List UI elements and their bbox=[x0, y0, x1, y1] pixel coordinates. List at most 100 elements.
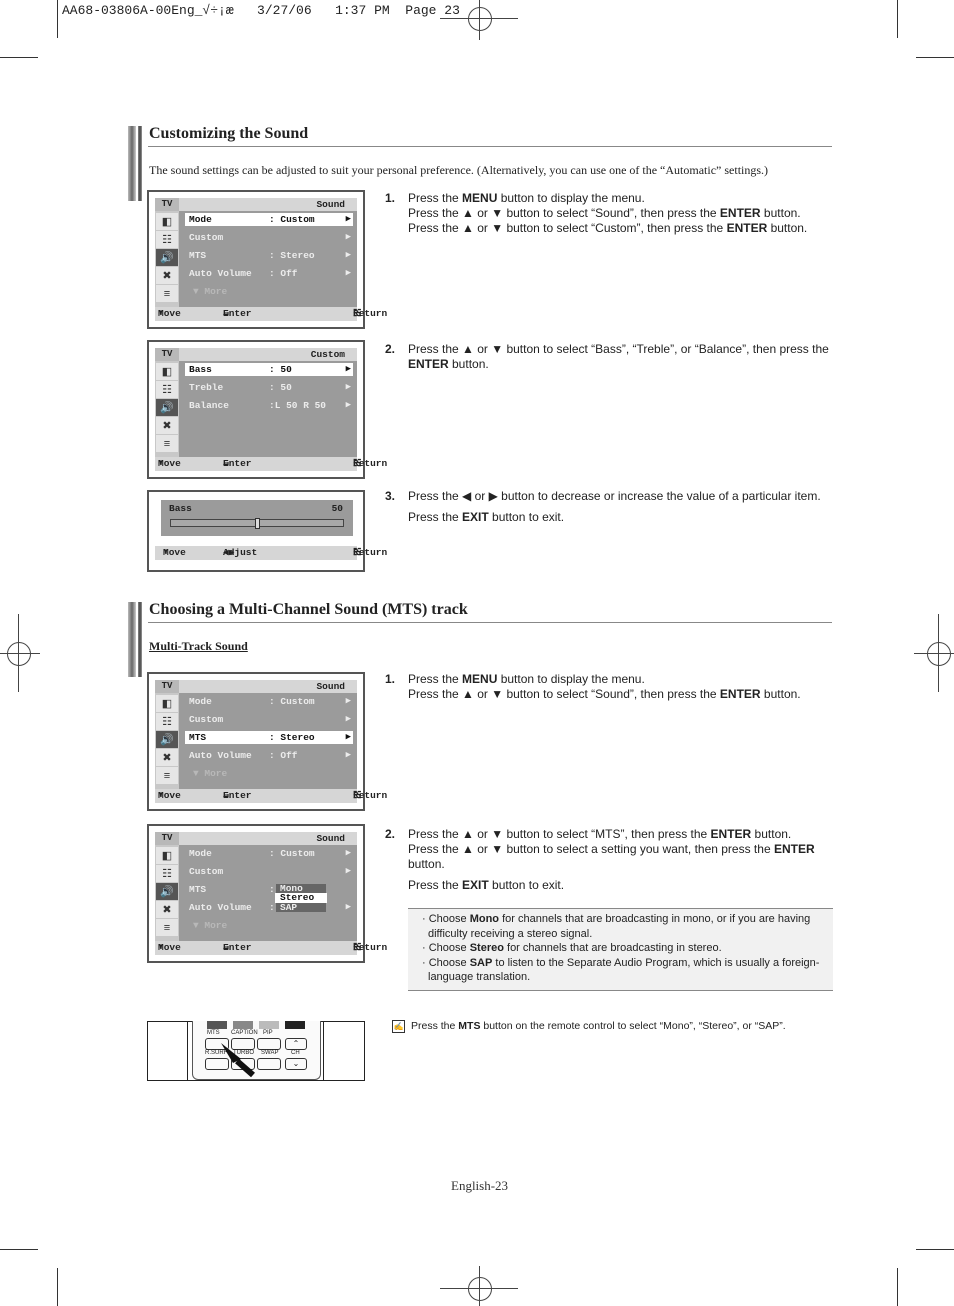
osd-row-mts[interactable]: MTS: bbox=[185, 883, 353, 896]
osd-tv-label: TV bbox=[155, 680, 179, 693]
osd-row-mts[interactable]: MTS: Stereo ▶ bbox=[185, 249, 353, 262]
pip-button[interactable] bbox=[257, 1038, 281, 1050]
slider-value: 50 bbox=[331, 503, 343, 514]
remote-body: MTS CAPTION PIP ⌃ R.SURF TURBO SWAP CH ⌄ bbox=[192, 1021, 321, 1080]
osd-row-mts[interactable]: MTS: Stereo ▶ bbox=[185, 731, 353, 744]
osd-tv-label: TV bbox=[155, 348, 179, 361]
section-rule bbox=[148, 146, 832, 147]
section-bar bbox=[128, 602, 136, 677]
remote-label-pip: PIP bbox=[263, 1030, 273, 1036]
step-number: 2. bbox=[385, 342, 396, 356]
osd-sound-menu-mts: TV Sound ◧ ☷ 🔊 ✖ ≡ Mode: Custom ▶ Custom ▶… bbox=[147, 672, 387, 811]
sound-icon: 🔊 bbox=[156, 249, 178, 266]
channel-icon: ☷ bbox=[156, 381, 178, 398]
registration-line bbox=[938, 614, 939, 692]
remote-illustration: MTS CAPTION PIP ⌃ R.SURF TURBO SWAP CH ⌄ bbox=[147, 1021, 365, 1081]
mts-option-sap[interactable]: SAP bbox=[280, 903, 297, 913]
arrow-right-icon: ▶ bbox=[345, 364, 351, 374]
picture-icon: ◧ bbox=[156, 363, 178, 380]
section-bar bbox=[128, 126, 136, 201]
slider-track[interactable] bbox=[170, 518, 344, 529]
color-button-green bbox=[233, 1021, 253, 1029]
slider-thumb[interactable] bbox=[255, 518, 260, 529]
registration-mark bbox=[468, 1277, 492, 1301]
registration-line bbox=[0, 653, 40, 654]
osd-row-mode[interactable]: Mode: Custom ▶ bbox=[185, 695, 353, 708]
setup-icon: ≡ bbox=[156, 919, 178, 936]
note-icon: ✍ bbox=[392, 1020, 405, 1033]
osd-row-treble[interactable]: Treble: 50 ▶ bbox=[185, 381, 353, 394]
antenna-icon: ✖ bbox=[156, 417, 178, 434]
step-1-text: Press the MENU button to display the men… bbox=[408, 191, 808, 235]
registration-line bbox=[914, 653, 954, 654]
osd-row-custom[interactable]: Custom ▶ bbox=[185, 713, 353, 726]
osd-row-auto-volume[interactable]: Auto Volume: Off ▶ bbox=[185, 267, 353, 280]
arrow-right-icon: ▶ bbox=[345, 902, 351, 912]
arrow-right-icon: ▶ bbox=[345, 268, 351, 278]
osd-row-mode[interactable]: Mode: Custom ▶ bbox=[185, 213, 353, 226]
section-bar bbox=[138, 602, 142, 677]
mts-notes: · Choose Mono for channels that are broa… bbox=[408, 908, 833, 991]
osd-footer: ⬍ Move ↵ Enter ☷ Return bbox=[155, 307, 387, 321]
remote-label-swap: SWAP bbox=[261, 1050, 279, 1056]
registration-mark bbox=[927, 642, 951, 666]
tip-text: Press the MTS button on the remote contr… bbox=[411, 1020, 786, 1032]
step-2-text: Press the ▲ or ▼ button to select “MTS”,… bbox=[408, 827, 815, 892]
osd-bass-slider: Bass 50 ⬍ Move ◀▶ Adjust ☷ Return bbox=[147, 490, 387, 572]
registration-line bbox=[479, 1266, 480, 1306]
osd-row-bass[interactable]: Bass: 50 ▶ bbox=[185, 363, 353, 376]
osd-row-mode[interactable]: Mode: Custom ▶ bbox=[185, 847, 353, 860]
arrow-right-icon: ▶ bbox=[345, 848, 351, 858]
remote-label-ch: CH bbox=[291, 1050, 300, 1056]
ch-down-button[interactable]: ⌄ bbox=[285, 1058, 307, 1070]
osd-row-custom[interactable]: Custom ▶ bbox=[185, 231, 353, 244]
antenna-icon: ✖ bbox=[156, 267, 178, 284]
print-slug: AA68-03806A-00Eng_√÷¡æ 3/27/06 1:37 PM P… bbox=[62, 3, 460, 18]
color-button-red bbox=[207, 1021, 227, 1029]
note-stereo: · Choose Stereo for channels that are br… bbox=[422, 942, 722, 954]
section-title: Choosing a Multi-Channel Sound (MTS) tra… bbox=[149, 601, 468, 618]
section-rule bbox=[148, 622, 832, 623]
pointer-arrow-icon bbox=[221, 1043, 255, 1078]
crop-mark bbox=[57, 1268, 58, 1306]
osd-title: Sound bbox=[316, 199, 345, 210]
osd-sound-menu: TV Sound ◧ ☷ 🔊 ✖ ≡ Mode: Custom ▶ Custom ▶… bbox=[147, 190, 387, 329]
step-1-text: Press the MENU button to display the men… bbox=[408, 672, 801, 701]
section-bar bbox=[138, 126, 142, 201]
color-button-blue bbox=[285, 1021, 305, 1029]
mts-dropdown[interactable]: Mono Stereo SAP bbox=[275, 884, 327, 913]
step-number: 1. bbox=[385, 672, 396, 686]
arrow-right-icon: ▶ bbox=[345, 382, 351, 392]
registration-line bbox=[18, 614, 19, 692]
arrow-right-icon: ▶ bbox=[345, 400, 351, 410]
osd-more[interactable]: ▼ More bbox=[193, 286, 227, 297]
section-intro: The sound settings can be adjusted to su… bbox=[149, 163, 769, 177]
swap-button[interactable] bbox=[257, 1058, 281, 1070]
osd-more[interactable]: ▼ More bbox=[193, 768, 227, 779]
osd-row-balance[interactable]: Balance:L 50 R 50 ▶ bbox=[185, 399, 353, 412]
channel-icon: ☷ bbox=[156, 231, 178, 248]
step-number: 3. bbox=[385, 489, 396, 503]
osd-row-custom[interactable]: Custom ▶ bbox=[185, 865, 353, 878]
osd-more[interactable]: ▼ More bbox=[193, 920, 227, 931]
ch-up-button[interactable]: ⌃ bbox=[285, 1038, 307, 1050]
crop-mark bbox=[916, 1249, 954, 1250]
osd-row-auto-volume[interactable]: Auto Volume: Off ▶ bbox=[185, 749, 353, 762]
crop-mark bbox=[57, 0, 58, 38]
arrow-right-icon: ▶ bbox=[345, 232, 351, 242]
arrow-right-icon: ▶ bbox=[345, 732, 351, 742]
picture-icon: ◧ bbox=[156, 695, 178, 712]
picture-icon: ◧ bbox=[156, 847, 178, 864]
note-mono: · Choose Mono for channels that are broa… bbox=[422, 913, 811, 940]
osd-row-auto-volume[interactable]: Auto Volume: ▶ bbox=[185, 901, 353, 914]
registration-line bbox=[479, 0, 480, 40]
crop-mark bbox=[916, 57, 954, 58]
step-2-text: Press the ▲ or ▼ button to select “Bass”… bbox=[408, 342, 829, 371]
setup-icon: ≡ bbox=[156, 435, 178, 452]
crop-mark bbox=[897, 1268, 898, 1306]
color-button-yellow bbox=[259, 1021, 279, 1029]
section-title: Customizing the Sound bbox=[149, 125, 309, 142]
osd-mts-options: TV Sound ◧ ☷ 🔊 ✖ ≡ Mode: Custom ▶ Custom ▶… bbox=[147, 824, 387, 963]
osd-title: Sound bbox=[316, 833, 345, 844]
osd-title: Sound bbox=[316, 681, 345, 692]
